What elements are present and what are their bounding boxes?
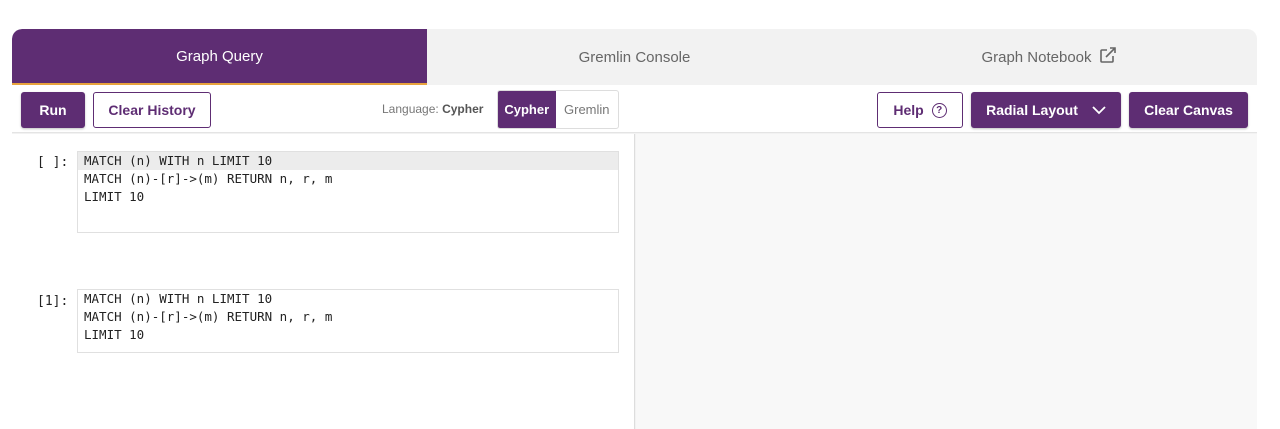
run-button[interactable]: Run: [21, 92, 85, 128]
tab-graph-notebook[interactable]: Graph Notebook: [842, 29, 1257, 85]
chevron-down-icon: [1092, 105, 1106, 115]
main-content: [ ]: MATCH (n) WITH n LIMIT 10 MATCH (n)…: [12, 134, 1257, 429]
language-prefix: Language:: [382, 102, 439, 116]
language-toggle: Cypher Gremlin: [497, 90, 619, 129]
code-line: LIMIT 10: [84, 327, 145, 342]
code-line: MATCH (n) WITH n LIMIT 10: [84, 291, 273, 306]
layout-dropdown[interactable]: Radial Layout: [971, 92, 1121, 128]
code-line: MATCH (n) WITH n LIMIT 10: [78, 152, 618, 170]
query-editor[interactable]: MATCH (n) WITH n LIMIT 10 MATCH (n)-[r]-…: [77, 151, 619, 233]
language-value: Cypher: [442, 102, 484, 116]
lang-option-cypher[interactable]: Cypher: [498, 91, 556, 128]
external-link-icon: [1098, 45, 1118, 69]
code-line: LIMIT 10: [84, 189, 145, 204]
clear-history-button[interactable]: Clear History: [93, 92, 211, 128]
help-label: Help: [893, 102, 924, 118]
code-line: MATCH (n)-[r]->(m) RETURN n, r, m: [84, 309, 333, 324]
layout-label: Radial Layout: [986, 102, 1078, 118]
code-line: MATCH (n)-[r]->(m) RETURN n, r, m: [84, 171, 333, 186]
cell-prompt: [1]:: [37, 294, 69, 309]
tab-graph-query[interactable]: Graph Query: [12, 29, 427, 85]
graph-app: Graph Query Gremlin Console Graph Notebo…: [12, 29, 1257, 429]
query-history-panel: [ ]: MATCH (n) WITH n LIMIT 10 MATCH (n)…: [12, 134, 635, 429]
help-button[interactable]: Help ?: [877, 92, 963, 128]
cell-prompt: [ ]:: [37, 155, 69, 170]
tab-gremlin-console-label: Gremlin Console: [578, 48, 691, 66]
graph-canvas[interactable]: [636, 134, 1257, 429]
tab-graph-notebook-label: Graph Notebook: [981, 48, 1092, 66]
lang-option-gremlin[interactable]: Gremlin: [556, 91, 618, 128]
question-icon: ?: [931, 102, 947, 118]
tab-gremlin-console[interactable]: Gremlin Console: [427, 29, 842, 85]
clear-canvas-button[interactable]: Clear Canvas: [1129, 92, 1248, 128]
language-indicator: Language: Cypher: [382, 102, 483, 116]
tab-graph-query-label: Graph Query: [176, 47, 263, 65]
tab-bar: Graph Query Gremlin Console Graph Notebo…: [12, 29, 1257, 85]
toolbar: Run Clear History Language: Cypher Cyphe…: [12, 85, 1257, 133]
history-cell[interactable]: MATCH (n) WITH n LIMIT 10 MATCH (n)-[r]-…: [77, 289, 619, 353]
